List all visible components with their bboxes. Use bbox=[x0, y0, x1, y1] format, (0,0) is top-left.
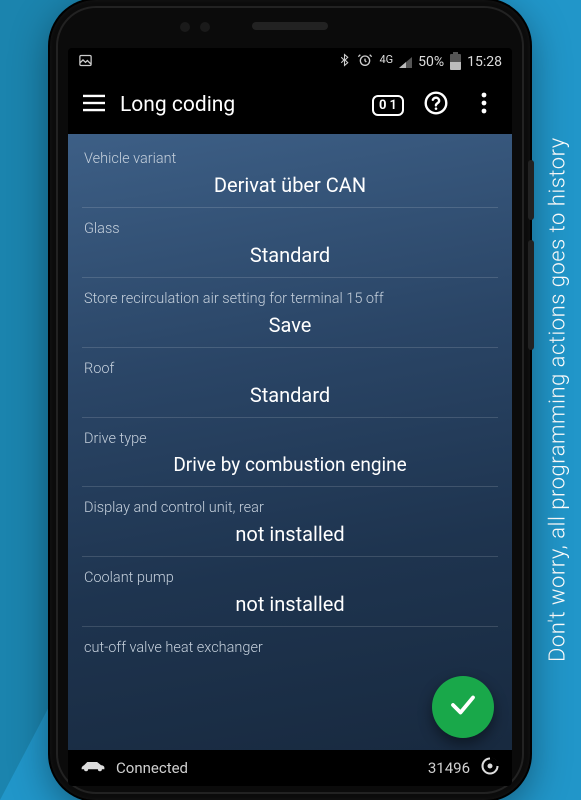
setting-label: Roof bbox=[84, 360, 496, 377]
setting-value: not installed bbox=[84, 592, 496, 616]
help-button[interactable] bbox=[414, 83, 458, 127]
connection-status: Connected bbox=[116, 759, 188, 777]
setting-label: Display and control unit, rear bbox=[84, 499, 496, 516]
phone-frame: 4G 50% 15:28 Long coding 01 bbox=[50, 0, 530, 800]
menu-button[interactable] bbox=[72, 83, 116, 127]
app-bar: Long coding 01 bbox=[68, 76, 512, 134]
setting-value: Standard bbox=[84, 383, 496, 407]
car-icon bbox=[80, 759, 106, 777]
setting-row-glass[interactable]: Glass Standard bbox=[82, 208, 498, 278]
phone-power-button bbox=[528, 160, 534, 220]
setting-row-roof[interactable]: Roof Standard bbox=[82, 348, 498, 418]
phone-speaker bbox=[252, 22, 328, 30]
bottom-bar: Connected 31496 bbox=[68, 750, 512, 786]
setting-row-coolant-pump[interactable]: Coolant pump not installed bbox=[82, 557, 498, 627]
setting-label: Store recirculation air setting for term… bbox=[84, 290, 496, 307]
bluetooth-icon bbox=[338, 52, 351, 72]
setting-label: cut-off valve heat exchanger bbox=[84, 639, 496, 656]
overflow-button[interactable] bbox=[462, 83, 506, 127]
help-icon bbox=[423, 90, 449, 120]
setting-label: Drive type bbox=[84, 430, 496, 447]
screen: 4G 50% 15:28 Long coding 01 bbox=[68, 48, 512, 786]
setting-value: Standard bbox=[84, 243, 496, 267]
app-title: Long coding bbox=[120, 93, 366, 117]
battery-percent: 50% bbox=[418, 54, 444, 70]
status-bar: 4G 50% 15:28 bbox=[68, 48, 512, 76]
alarm-icon bbox=[357, 52, 373, 72]
battery-icon bbox=[450, 54, 461, 70]
badge-button[interactable]: 01 bbox=[366, 83, 410, 127]
setting-row-vehicle-variant[interactable]: Vehicle variant Derivat über CAN bbox=[82, 138, 498, 208]
loading-spinner-icon bbox=[480, 756, 500, 780]
setting-row-recirculation[interactable]: Store recirculation air setting for term… bbox=[82, 278, 498, 348]
content-area: Vehicle variant Derivat über CAN Glass S… bbox=[68, 134, 512, 786]
settings-list[interactable]: Vehicle variant Derivat über CAN Glass S… bbox=[68, 134, 512, 686]
setting-value: Drive by combustion engine bbox=[84, 453, 496, 476]
counter-value: 31496 bbox=[428, 759, 470, 777]
badge-pill-icon: 01 bbox=[372, 95, 404, 116]
setting-row-drive-type[interactable]: Drive type Drive by combustion engine bbox=[82, 418, 498, 487]
signal-icon bbox=[399, 57, 412, 68]
clock-time: 15:28 bbox=[467, 54, 502, 70]
setting-row-cutoff-valve[interactable]: cut-off valve heat exchanger bbox=[82, 627, 498, 686]
confirm-fab[interactable] bbox=[432, 676, 494, 738]
setting-row-display-rear[interactable]: Display and control unit, rear not insta… bbox=[82, 487, 498, 557]
phone-volume-button bbox=[528, 240, 534, 350]
setting-label: Vehicle variant bbox=[84, 150, 496, 167]
more-vert-icon bbox=[481, 92, 487, 118]
setting-value: Save bbox=[84, 313, 496, 337]
setting-label: Glass bbox=[84, 220, 496, 237]
hamburger-icon bbox=[83, 94, 105, 116]
side-caption: Don't worry, all programming actions goe… bbox=[535, 0, 581, 800]
check-icon bbox=[448, 690, 478, 724]
network-type-label: 4G bbox=[379, 53, 393, 66]
setting-value: not installed bbox=[84, 522, 496, 546]
setting-value: Derivat über CAN bbox=[84, 173, 496, 197]
setting-label: Coolant pump bbox=[84, 569, 496, 586]
phone-sensors bbox=[180, 22, 210, 32]
image-icon bbox=[78, 56, 93, 72]
